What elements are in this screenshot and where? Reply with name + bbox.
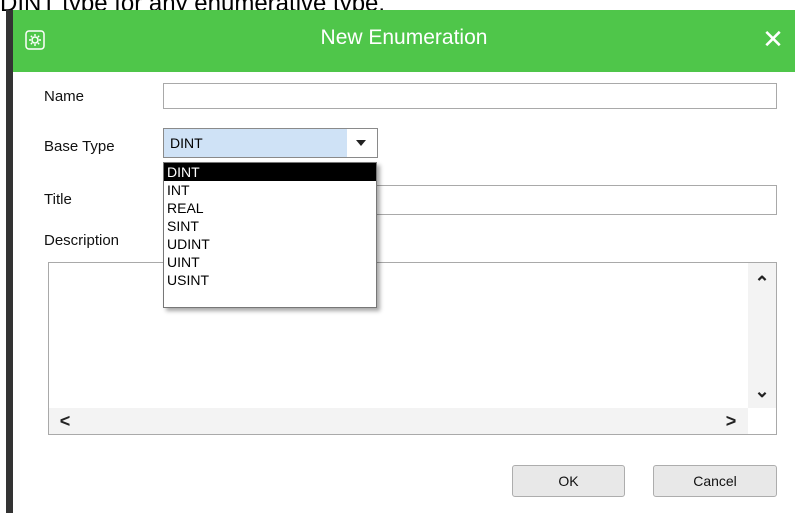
scroll-down-icon[interactable]: ⌄: [752, 381, 772, 401]
dropdown-option-usint[interactable]: USINT: [164, 271, 376, 289]
name-label: Name: [44, 88, 85, 105]
description-label: Description: [44, 232, 120, 249]
close-button[interactable]: ✕: [759, 24, 787, 54]
base-type-dropdown-button[interactable]: [347, 129, 377, 157]
horizontal-scrollbar[interactable]: < >: [49, 408, 748, 434]
dropdown-option-uint[interactable]: UINT: [164, 253, 376, 271]
dialog-title: New Enumeration: [320, 26, 488, 49]
chevron-down-icon: [356, 140, 366, 146]
base-type-select[interactable]: DINT: [163, 128, 378, 158]
dropdown-option-dint[interactable]: DINT: [164, 163, 376, 181]
scroll-right-icon[interactable]: >: [721, 411, 741, 431]
scrollbar-corner: [748, 408, 776, 434]
cancel-button[interactable]: Cancel: [653, 465, 777, 497]
scroll-up-icon[interactable]: ⌃: [752, 273, 772, 293]
description-textarea[interactable]: ⌃ ⌄ < >: [48, 262, 777, 435]
window-edge: [6, 10, 13, 513]
dropdown-option-udint[interactable]: UDINT: [164, 235, 376, 253]
new-enumeration-dialog: New Enumeration ✕ Name Base Type DINT DI…: [13, 10, 795, 513]
title-bar: New Enumeration ✕: [13, 10, 795, 72]
scroll-left-icon[interactable]: <: [55, 411, 75, 431]
base-type-label: Base Type: [44, 138, 115, 155]
base-type-selected-value: DINT: [170, 135, 203, 151]
name-field[interactable]: [163, 83, 777, 109]
dropdown-option-real[interactable]: REAL: [164, 199, 376, 217]
base-type-dropdown-list: DINT INT REAL SINT UDINT UINT USINT: [163, 162, 377, 308]
ok-button[interactable]: OK: [512, 465, 625, 497]
title-label: Title: [44, 191, 72, 208]
vertical-scrollbar[interactable]: ⌃ ⌄: [748, 263, 776, 408]
dropdown-option-sint[interactable]: SINT: [164, 217, 376, 235]
dropdown-option-int[interactable]: INT: [164, 181, 376, 199]
